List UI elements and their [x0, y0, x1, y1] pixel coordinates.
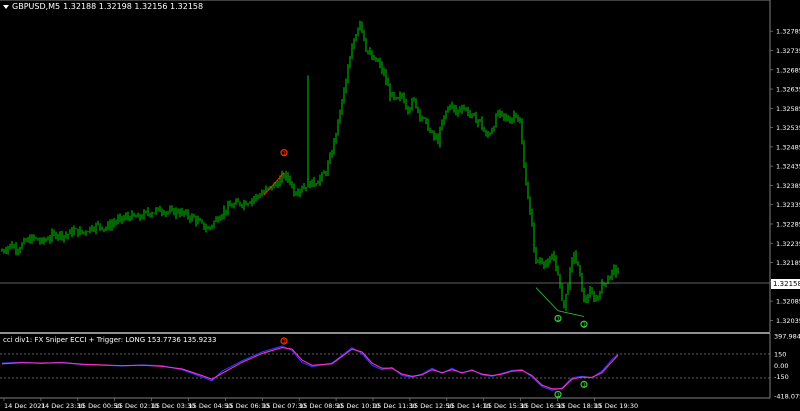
signal-label: 1	[557, 317, 561, 323]
signal-label: 1	[583, 383, 587, 389]
collapse-triangle-icon[interactable]	[3, 4, 9, 9]
price-tick-label: 1.32385	[776, 182, 800, 190]
indicator-tick-label: 0.00	[774, 362, 788, 370]
indicator-tick-label: 397.9840	[774, 333, 800, 341]
current-price-tag: 1.32158	[771, 279, 800, 289]
symbol-timeframe: GBPUSD,M5	[12, 2, 61, 11]
signal-label: 1	[283, 151, 287, 157]
price-tick-label: 1.32235	[776, 240, 800, 248]
ohlc-values: 1.32188 1.32198 1.32156 1.32158	[63, 2, 204, 11]
time-tick-label: 15 Dec 19:30	[594, 402, 638, 410]
price-tick-label: 1.32035	[776, 317, 800, 325]
price-tick-label: 1.32335	[776, 201, 800, 209]
price-tick-label: 1.32785	[776, 28, 800, 36]
candles-group	[1, 20, 619, 311]
signal-label: 1	[283, 339, 287, 345]
signals-group: 1 1 1	[263, 149, 588, 328]
price-tick-label: 1.32735	[776, 47, 800, 55]
price-tick-label: 1.32285	[776, 220, 800, 228]
price-tick-label: 1.32685	[776, 66, 800, 74]
chart-header: GBPUSD,M5 1.32188 1.32198 1.32156 1.3215…	[3, 2, 203, 11]
price-tick-label: 1.32585	[776, 105, 800, 113]
price-tick-label: 1.32635	[776, 86, 800, 94]
indicator-tick-label: 150	[774, 351, 786, 359]
price-tick-label: 1.32435	[776, 163, 800, 171]
time-axis: 14 Dec 202114 Dec 23:3015 Dec 00:5015 De…	[3, 398, 638, 410]
trading-chart[interactable]: 1.32785 1.32735 1.32685 1.32635 1.32585 1.325…	[0, 0, 800, 411]
cci-main-line	[1, 345, 619, 391]
cci-series-group: 111	[1, 337, 619, 399]
signal-label: 1	[583, 322, 587, 328]
time-tick-label: 14 Dec 2021	[4, 402, 46, 410]
indicator-header: cci div1: FX Sniper ECCI + Trigger: LONG…	[3, 336, 217, 344]
indicator-axis: 397.9840 150 0.00 -150 -418.0753	[774, 333, 800, 401]
bullish-divergence-line	[535, 287, 559, 311]
price-tick-label: 1.32535	[776, 124, 800, 132]
bullish-divergence-line	[557, 310, 585, 317]
price-tick-label: 1.32185	[776, 259, 800, 267]
bearish-divergence-line	[263, 172, 285, 196]
indicator-tick-label: -418.0753	[774, 393, 800, 401]
price-tick-label: 1.32085	[776, 298, 800, 306]
price-pane[interactable]: 1.32785 1.32735 1.32685 1.32635 1.32585 1.325…	[0, 0, 800, 332]
indicator-tick-label: -150	[774, 373, 789, 381]
price-tick-label: 1.32485	[776, 143, 800, 151]
